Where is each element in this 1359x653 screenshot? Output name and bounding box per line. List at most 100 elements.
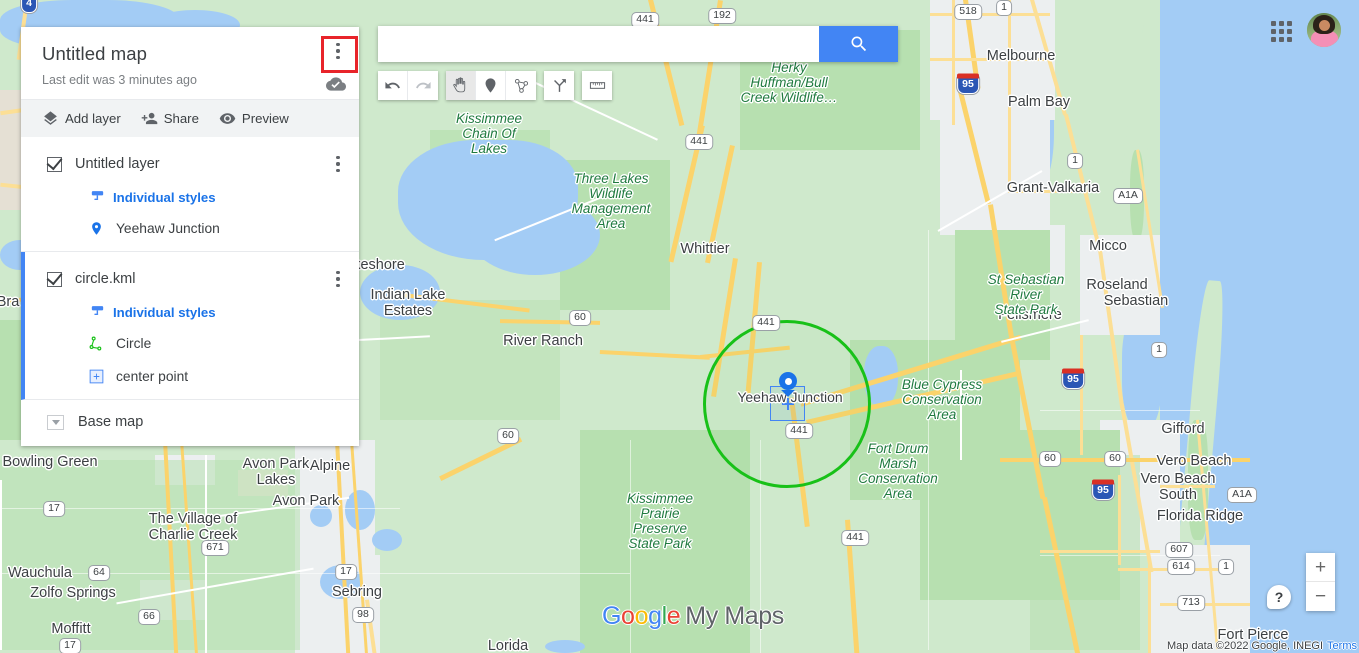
highway-shield-441: 441 <box>752 315 780 331</box>
help-button[interactable]: ? <box>1267 585 1291 609</box>
highway-shield-671: 671 <box>201 540 229 556</box>
toolbar-group-draw <box>446 71 536 100</box>
map-title[interactable]: Untitled map <box>42 43 341 65</box>
panel-action-bar: Add layer Share Preview <box>21 99 359 137</box>
interstate-shield-top <box>1092 479 1114 485</box>
highway-shield-607: 607 <box>1165 542 1193 558</box>
road-713-h <box>1160 603 1250 606</box>
add-layer-button[interactable]: Add layer <box>42 110 121 127</box>
highway-shield-95: 95 <box>1062 371 1084 389</box>
my-maps-app: Yeehaw Junction Melbourne Palm Bay Grant-V… <box>0 0 1359 653</box>
road-melb-v <box>1008 0 1011 135</box>
highway-shield-64: 64 <box>88 565 110 581</box>
select-pan-tool[interactable] <box>446 71 476 100</box>
urban-palm-bay <box>940 95 1050 235</box>
layer-header: Untitled layer <box>21 151 359 177</box>
panel-header: Untitled map Last edit was 3 minutes ago <box>21 27 359 99</box>
search-input[interactable] <box>378 26 819 62</box>
road-518 <box>930 13 1050 16</box>
draw-line-tool[interactable] <box>506 71 536 100</box>
toolbar-group-measure <box>582 71 612 100</box>
layer-overflow-menu-button[interactable] <box>325 266 351 292</box>
paint-roller-icon <box>91 191 104 200</box>
feature-name: Circle <box>116 335 152 351</box>
lake-istokpoga <box>545 640 585 653</box>
road-vero-h <box>1160 485 1215 488</box>
search-icon <box>851 36 866 52</box>
add-directions-tool[interactable] <box>544 71 574 100</box>
highway-shield-60: 60 <box>1104 451 1126 467</box>
layer-name[interactable]: circle.kml <box>75 271 325 287</box>
redo-arrow-icon <box>415 81 431 89</box>
urban-sebastian-e <box>1080 235 1160 335</box>
share-label: Share <box>163 111 199 126</box>
undo-arrow-icon <box>385 81 400 89</box>
layer-name[interactable]: Untitled layer <box>75 156 325 172</box>
center-point-icon <box>87 365 106 387</box>
search-bar[interactable] <box>378 26 898 62</box>
highway-shield-A1A: A1A <box>1227 487 1257 503</box>
map-legend-panel: Untitled map Last edit was 3 minutes ago… <box>21 27 359 446</box>
account-avatar[interactable] <box>1307 13 1341 47</box>
add-marker-tool[interactable] <box>476 71 506 100</box>
chevron-down-icon <box>47 414 64 430</box>
highway-shield-713: 713 <box>1177 595 1205 611</box>
measure-tool[interactable] <box>582 71 612 100</box>
marker-icon <box>485 78 496 93</box>
preview-button[interactable]: Preview <box>219 110 289 127</box>
layer-overflow-menu-button[interactable] <box>325 151 351 177</box>
individual-styles-link[interactable]: Individual styles <box>21 189 359 206</box>
road-seb-v <box>1080 335 1083 455</box>
road-local-8 <box>0 480 2 650</box>
zoom-out-button[interactable]: − <box>1306 582 1335 611</box>
layer-visibility-checkbox[interactable] <box>47 271 62 287</box>
kebab-icon <box>336 155 340 173</box>
feature-circle[interactable]: Circle <box>25 332 359 354</box>
layer-visibility-checkbox[interactable] <box>47 156 62 172</box>
base-map-label: Base map <box>78 414 144 430</box>
highway-shield-441: 441 <box>785 423 813 439</box>
highway-shield-60: 60 <box>569 310 591 326</box>
base-map-row[interactable]: Base map <box>21 400 359 446</box>
highway-shield-95: 95 <box>1092 482 1114 500</box>
highway-shield-17: 17 <box>43 501 65 517</box>
map-edit-toolbar[interactable] <box>378 71 620 100</box>
highway-shield-66: 66 <box>138 609 160 625</box>
feature-name: center point <box>116 368 189 384</box>
highway-shield-192: 192 <box>708 8 736 24</box>
toolbar-group-directions <box>544 71 574 100</box>
google-my-maps-logo: Google My Maps <box>602 602 784 630</box>
highway-shield-1: 1 <box>1218 559 1234 575</box>
product-name: My Maps <box>685 602 784 630</box>
cloud-saved-icon <box>326 74 346 94</box>
layer-untitled-layer[interactable]: Untitled layer Individual styles Yeehaw … <box>21 137 359 252</box>
highway-shield-17: 17 <box>59 638 81 653</box>
feature-center-point[interactable]: center point <box>25 365 359 387</box>
individual-styles-label: Individual styles <box>113 190 216 205</box>
yeehaw-junction-pin[interactable] <box>779 372 797 398</box>
redo-button[interactable] <box>408 71 438 100</box>
toolbar-group-history <box>378 71 438 100</box>
layer-circle-kml[interactable]: circle.kml Individual styles Circle cent… <box>21 252 359 400</box>
layer-header: circle.kml <box>25 266 359 292</box>
draw-line-icon <box>514 78 528 93</box>
kebab-icon <box>336 42 340 60</box>
highway-shield-518: 518 <box>954 4 982 20</box>
interstate-shield-top <box>957 73 979 79</box>
terms-link[interactable]: Terms <box>1327 640 1357 652</box>
google-apps-icon[interactable] <box>1269 19 1293 43</box>
road-melb-st <box>930 58 1048 61</box>
road-607-h <box>1040 550 1160 553</box>
road-local-11 <box>960 370 962 460</box>
highway-shield-60: 60 <box>1039 451 1061 467</box>
highway-shield-1: 1 <box>1151 342 1167 358</box>
zoom-in-button[interactable]: + <box>1306 553 1335 582</box>
search-button[interactable] <box>819 26 898 62</box>
highway-shield-95: 95 <box>957 76 979 94</box>
road-fp-v <box>1148 565 1151 653</box>
undo-button[interactable] <box>378 71 408 100</box>
feature-yeehaw-junction[interactable]: Yeehaw Junction <box>21 217 359 239</box>
map-overflow-menu-button[interactable] <box>323 36 353 66</box>
individual-styles-link[interactable]: Individual styles <box>25 304 359 321</box>
share-button[interactable]: Share <box>141 110 199 127</box>
